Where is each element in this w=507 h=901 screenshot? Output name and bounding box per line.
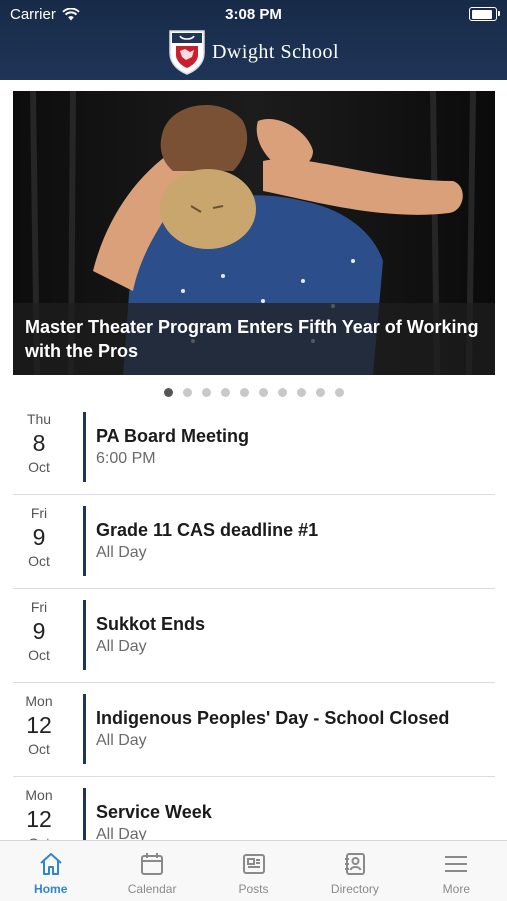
home-icon	[38, 851, 64, 882]
event-date: Thu 8 Oct	[13, 410, 65, 476]
event-weekday: Thu	[26, 411, 52, 427]
tab-label: Posts	[238, 882, 269, 896]
carousel-dot[interactable]	[201, 388, 211, 397]
event-weekday: Mon	[25, 693, 53, 709]
posts-icon	[241, 851, 267, 882]
carousel-dot[interactable]	[239, 388, 249, 397]
event-date: Fri 9 Oct	[13, 598, 65, 664]
event-row[interactable]: Mon12OctService WeekAll Day	[13, 776, 495, 840]
events-list: Thu 8 Oct PA Board Meeting 6:00 PM Fri 9 Oct Gra…	[13, 400, 495, 840]
event-accent-bar	[83, 412, 86, 482]
event-day: 9	[32, 524, 46, 550]
app-header: Carrier 3:08 PM Dwight School	[0, 0, 507, 80]
carousel-dot[interactable]	[163, 388, 173, 397]
school-name: Dwight School	[211, 40, 340, 63]
event-date: Mon12Oct	[13, 786, 65, 840]
event-date: Fri 9 Oct	[13, 504, 65, 570]
directory-icon	[342, 851, 368, 882]
event-time: All Day	[96, 732, 147, 749]
battery-icon	[469, 7, 500, 21]
event-title: Service Week	[96, 802, 212, 822]
event-accent-bar	[83, 694, 86, 764]
carousel-dot[interactable]	[277, 388, 287, 397]
event-title: Indigenous Peoples' Day - School Closed	[96, 708, 450, 728]
event-date: Mon 12 Oct	[13, 692, 65, 758]
carousel-pagination[interactable]	[0, 388, 507, 397]
event-day: 12	[26, 712, 52, 738]
tab-more[interactable]: More	[406, 841, 507, 901]
carousel-dot[interactable]	[182, 388, 192, 397]
event-accent-bar	[83, 506, 86, 576]
event-title: Sukkot Ends	[96, 614, 206, 634]
event-month: Oct	[28, 741, 50, 757]
featured-story-caption: Master Theater Program Enters Fifth Year…	[13, 303, 495, 375]
tab-label: More	[442, 882, 470, 896]
school-logo: Dwight School	[0, 28, 507, 76]
event-day: 9	[32, 618, 46, 644]
event-weekday: Fri	[30, 599, 48, 615]
tab-calendar[interactable]: Calendar	[101, 841, 202, 901]
event-month: Oct	[28, 647, 50, 663]
event-weekday: Fri	[30, 505, 48, 521]
event-month: Oct	[28, 459, 50, 475]
carousel-dot[interactable]	[220, 388, 230, 397]
event-time: 6:00 PM	[96, 450, 156, 467]
carousel-dot[interactable]	[296, 388, 306, 397]
event-time: All Day	[96, 826, 147, 840]
event-row[interactable]: Fri 9 Oct Sukkot Ends All Day	[13, 588, 495, 683]
tab-directory[interactable]: Directory	[304, 841, 405, 901]
battery-level	[471, 9, 492, 19]
status-bar: Carrier 3:08 PM	[0, 0, 507, 28]
tab-bar: Home Calendar Posts Directory More	[0, 840, 507, 901]
school-crest-icon	[169, 30, 205, 75]
event-month: Oct	[28, 553, 50, 569]
event-day: 8	[32, 430, 46, 456]
event-title: Grade 11 CAS deadline #1	[96, 520, 319, 540]
featured-story-card[interactable]: Master Theater Program Enters Fifth Year…	[13, 91, 495, 375]
event-title: PA Board Meeting	[96, 426, 250, 446]
menu-icon	[443, 851, 469, 882]
calendar-icon	[139, 851, 165, 882]
event-day: 12	[26, 806, 52, 832]
carousel-dot[interactable]	[315, 388, 325, 397]
event-accent-bar	[83, 600, 86, 670]
status-time: 3:08 PM	[225, 6, 282, 23]
tab-label: Calendar	[127, 882, 177, 896]
featured-story-title: Master Theater Program Enters Fifth Year…	[25, 317, 479, 361]
carousel-dot[interactable]	[334, 388, 344, 397]
tab-posts[interactable]: Posts	[203, 841, 304, 901]
event-time: All Day	[96, 638, 147, 655]
tab-label: Home	[34, 882, 68, 896]
tab-label: Directory	[330, 882, 379, 896]
carousel-dot[interactable]	[258, 388, 268, 397]
event-weekday: Mon	[25, 787, 53, 803]
tab-home[interactable]: Home	[0, 841, 101, 901]
event-accent-bar	[83, 788, 86, 840]
event-row[interactable]: Thu 8 Oct PA Board Meeting 6:00 PM	[13, 400, 495, 495]
event-row[interactable]: Mon 12 Oct Indigenous Peoples' Day - School…	[13, 682, 495, 777]
event-row[interactable]: Fri 9 Oct Grade 11 CAS deadline #1 All Day	[13, 494, 495, 589]
event-time: All Day	[96, 544, 147, 561]
